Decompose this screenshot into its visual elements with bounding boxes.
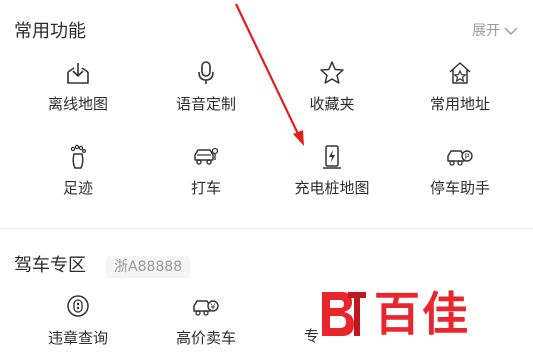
- grid-item-common-address[interactable]: 常用地址: [400, 60, 520, 114]
- watermark-logo: 百佳: [318, 288, 470, 340]
- grid-item-parking-assistant[interactable]: P 停车助手: [400, 144, 520, 198]
- grid-item-sell-car[interactable]: ¥ 高价卖车: [146, 294, 266, 348]
- expand-label: 展开: [472, 23, 500, 39]
- grid-item-label: 违章查询: [47, 329, 108, 347]
- grid-item-label: 打车: [190, 179, 221, 197]
- home-star-icon: [449, 62, 471, 84]
- chevron-down-icon: [504, 27, 518, 35]
- expand-button[interactable]: 展开: [472, 21, 518, 41]
- offline-download-icon: [67, 63, 89, 84]
- microphone-icon: [198, 61, 214, 84]
- taxi-icon: [194, 147, 219, 165]
- grid-item-footprint[interactable]: 足迹: [18, 144, 138, 198]
- grid-item-label-partial[interactable]: 专: [304, 326, 319, 346]
- grid-item-violation-query[interactable]: 违章查询: [18, 294, 138, 348]
- driving-zone-title: 驾车专区: [14, 255, 86, 276]
- footprint-icon: [70, 144, 87, 169]
- grid-item-taxi[interactable]: 打车: [146, 144, 266, 198]
- charging-pile-icon: [323, 145, 341, 169]
- grid-item-label: 离线地图: [47, 95, 108, 113]
- svg-text:¥: ¥: [210, 302, 215, 311]
- common-functions-title: 常用功能: [14, 21, 86, 42]
- grid-item-label: 高价卖车: [175, 329, 236, 347]
- grid-item-voice-custom[interactable]: 语音定制: [146, 60, 266, 114]
- star-icon: [320, 61, 344, 84]
- grid-item-offline-map[interactable]: 离线地图: [18, 60, 138, 114]
- svg-text:P: P: [465, 152, 470, 161]
- grid-item-label: 充电桩地图: [294, 179, 370, 197]
- watermark-text: 百佳: [374, 287, 470, 341]
- grid-item-label: 语音定制: [175, 95, 236, 113]
- section-divider: [0, 228, 533, 229]
- violation-query-icon: [67, 295, 89, 317]
- grid-item-label: 常用地址: [429, 95, 490, 113]
- grid-item-charging-map[interactable]: 充电桩地图: [272, 144, 392, 198]
- license-plate-badge[interactable]: 浙A88888: [106, 256, 191, 278]
- logo-mark-icon: [322, 292, 366, 336]
- grid-item-label: 收藏夹: [309, 95, 355, 113]
- sell-car-icon: ¥: [193, 300, 219, 316]
- grid-item-label: 足迹: [62, 179, 93, 197]
- grid-item-favorites[interactable]: 收藏夹: [272, 60, 392, 114]
- grid-item-label: 停车助手: [429, 179, 490, 197]
- parking-car-icon: P: [447, 150, 473, 166]
